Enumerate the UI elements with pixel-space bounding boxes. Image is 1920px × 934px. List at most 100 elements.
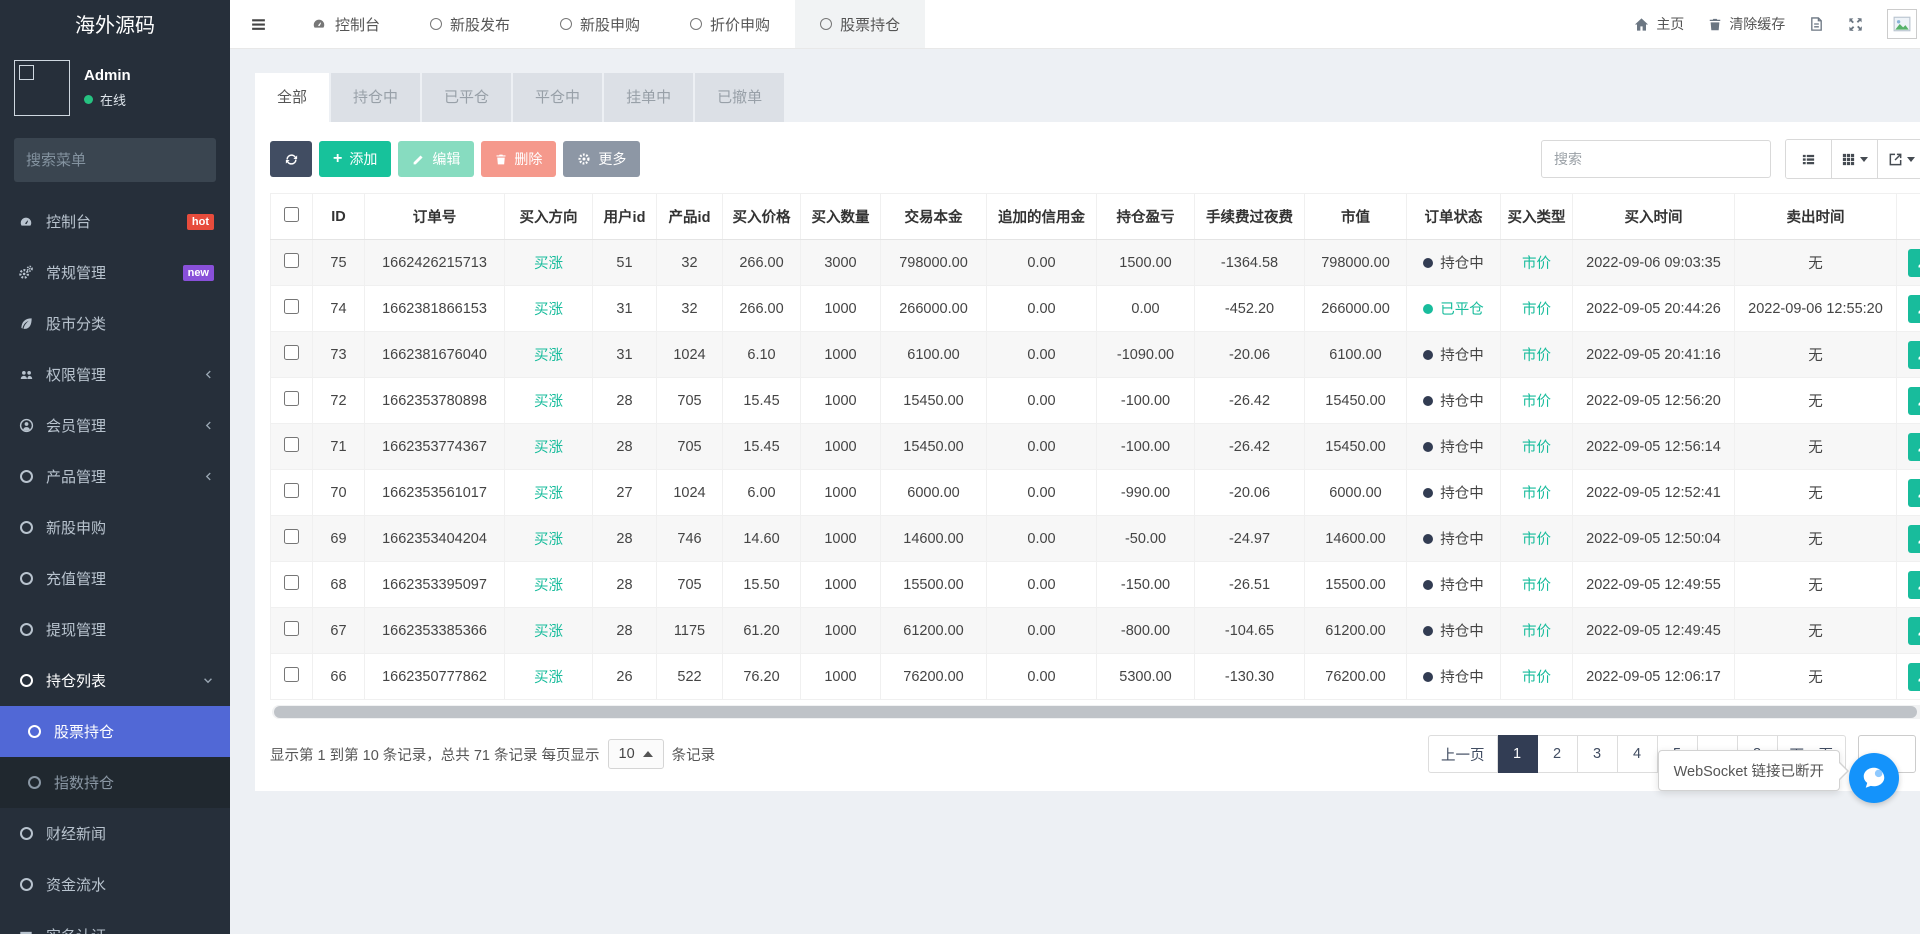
sidebar-item-股票持仓[interactable]: 股票持仓 <box>0 706 230 757</box>
scrollbar-thumb[interactable] <box>274 706 1917 718</box>
delete-button[interactable]: 删除 <box>481 141 557 177</box>
menu-search-input[interactable] <box>26 151 225 169</box>
status-tab-持仓中[interactable]: 持仓中 <box>331 73 421 122</box>
page-size-dropdown[interactable]: 10 <box>607 739 664 769</box>
pagination-page-2[interactable]: 2 <box>1537 735 1578 773</box>
sidebar-item-提现管理[interactable]: 提现管理 <box>0 604 230 655</box>
cell-price: 14.60 <box>722 515 801 562</box>
cell-product-id: 705 <box>656 423 723 470</box>
cell-principal: 14600.00 <box>880 515 987 562</box>
status-tab-挂单中[interactable]: 挂单中 <box>604 73 694 122</box>
table-search-input[interactable] <box>1541 140 1771 178</box>
row-edit-button[interactable] <box>1907 478 1920 507</box>
top-tab-新股申购[interactable]: 新股申购 <box>535 0 665 48</box>
fullscreen-button[interactable] <box>1848 17 1863 32</box>
pagination-prev[interactable]: 上一页 <box>1428 735 1498 773</box>
chat-button[interactable] <box>1849 753 1899 803</box>
more-button[interactable]: 更多 <box>563 141 641 177</box>
sidebar-item-控制台[interactable]: 控制台 hot <box>0 196 230 247</box>
sidebar-item-产品管理[interactable]: 产品管理 <box>0 451 230 502</box>
row-checkbox[interactable] <box>284 529 299 544</box>
columns-button[interactable] <box>1832 140 1878 178</box>
cell-credit: 0.00 <box>986 469 1097 516</box>
row-checkbox[interactable] <box>284 345 299 360</box>
row-checkbox-cell <box>270 423 313 470</box>
row-edit-button[interactable] <box>1907 616 1920 645</box>
status-tab-已撤单[interactable]: 已撤单 <box>695 73 785 122</box>
cell-fee: -26.42 <box>1194 423 1305 470</box>
circle-icon <box>16 521 36 534</box>
select-all-checkbox[interactable] <box>284 207 299 222</box>
sidebar-item-股市分类[interactable]: 股市分类 <box>0 298 230 349</box>
circle-icon <box>16 827 36 840</box>
positions-table: ID 订单号 买入方向 用户id 产品id 买入价格 买入数量 交易本金 追加的信用金 持仓盈亏手… <box>270 193 1920 700</box>
row-checkbox[interactable] <box>284 621 299 636</box>
cell-product-id: 522 <box>656 653 723 700</box>
sidebar-item-指数持仓[interactable]: 指数持仓 <box>0 757 230 808</box>
cell-actions <box>1896 607 1920 654</box>
top-tab-股票持仓[interactable]: 股票持仓 <box>795 0 926 48</box>
top-tab-新股发布[interactable]: 新股发布 <box>405 0 535 48</box>
table-card: + 添加 编辑 删除 更多 搜索 ID 订单号 买入方向 用户id 产品id 买… <box>255 122 1920 791</box>
cell-status: 持仓中 <box>1406 653 1501 700</box>
export-button[interactable] <box>1878 140 1920 178</box>
status-tab-平仓中[interactable]: 平仓中 <box>513 73 603 122</box>
circle-icon <box>560 18 573 30</box>
cell-actions <box>1896 561 1920 608</box>
top-tab-折价申购[interactable]: 折价申购 <box>665 0 795 48</box>
cell-fee: -130.30 <box>1194 653 1305 700</box>
status-dot-icon <box>1423 671 1434 682</box>
refresh-button[interactable] <box>270 141 312 177</box>
cell-product-id: 32 <box>656 239 723 286</box>
row-edit-button[interactable] <box>1907 524 1920 553</box>
row-edit-button[interactable] <box>1907 294 1920 323</box>
sidebar-item-持仓列表[interactable]: 持仓列表 <box>0 655 230 706</box>
row-checkbox[interactable] <box>284 253 299 268</box>
caret-down-icon <box>1906 156 1915 162</box>
column-header-订单状态: 订单状态 <box>1406 193 1501 240</box>
row-checkbox[interactable] <box>284 299 299 314</box>
row-edit-button[interactable] <box>1907 248 1920 277</box>
row-edit-button[interactable] <box>1907 340 1920 369</box>
topbar-user[interactable]: Admin <box>1887 9 1920 39</box>
row-checkbox[interactable] <box>284 575 299 590</box>
row-edit-button[interactable] <box>1907 386 1920 415</box>
row-checkbox[interactable] <box>284 483 299 498</box>
status-tab-已平仓[interactable]: 已平仓 <box>422 73 512 122</box>
refresh-icon <box>285 153 297 165</box>
edit-button[interactable]: 编辑 <box>398 141 475 177</box>
status-tab-全部[interactable]: 全部 <box>255 73 330 122</box>
add-button[interactable]: + 添加 <box>319 141 392 177</box>
sidebar-item-实名认证[interactable]: 实名认证 <box>0 910 230 934</box>
pagination-page-3[interactable]: 3 <box>1577 735 1618 773</box>
sidebar-item-充值管理[interactable]: 充值管理 <box>0 553 230 604</box>
horizontal-scrollbar[interactable] <box>272 705 1920 719</box>
pagination-page-4[interactable]: 4 <box>1617 735 1658 773</box>
sidebar-item-资金流水[interactable]: 资金流水 <box>0 859 230 910</box>
clear-cache-button[interactable]: 清除缓存 <box>1708 14 1785 34</box>
menu-toggle-icon[interactable] <box>230 0 286 48</box>
pagination-page-1[interactable]: 1 <box>1497 735 1538 773</box>
sidebar-item-会员管理[interactable]: 会员管理 <box>0 400 230 451</box>
top-tab-控制台[interactable]: 控制台 <box>286 0 405 48</box>
row-checkbox[interactable] <box>284 437 299 452</box>
sidebar-item-权限管理[interactable]: 权限管理 <box>0 349 230 400</box>
sidebar-item-财经新闻[interactable]: 财经新闻 <box>0 808 230 859</box>
cell-buy-type: 市价 <box>1500 285 1573 332</box>
language-button[interactable] <box>1809 16 1824 32</box>
row-edit-button[interactable] <box>1907 662 1920 691</box>
cell-qty: 1000 <box>800 377 881 424</box>
row-edit-button[interactable] <box>1907 432 1920 461</box>
sidebar-item-常规管理[interactable]: 常规管理 new <box>0 247 230 298</box>
cell-pnl: -100.00 <box>1096 377 1195 424</box>
detail-view-button[interactable] <box>1786 140 1832 178</box>
sidebar-item-新股申购[interactable]: 新股申购 <box>0 502 230 553</box>
cell-direction: 买涨 <box>504 377 593 424</box>
row-checkbox[interactable] <box>284 391 299 406</box>
home-button[interactable]: 主页 <box>1634 14 1684 34</box>
cell-price: 266.00 <box>722 239 801 286</box>
cell-qty: 1000 <box>800 607 881 654</box>
cell-buy-type: 市价 <box>1500 423 1573 470</box>
row-checkbox[interactable] <box>284 667 299 682</box>
row-edit-button[interactable] <box>1907 570 1920 599</box>
